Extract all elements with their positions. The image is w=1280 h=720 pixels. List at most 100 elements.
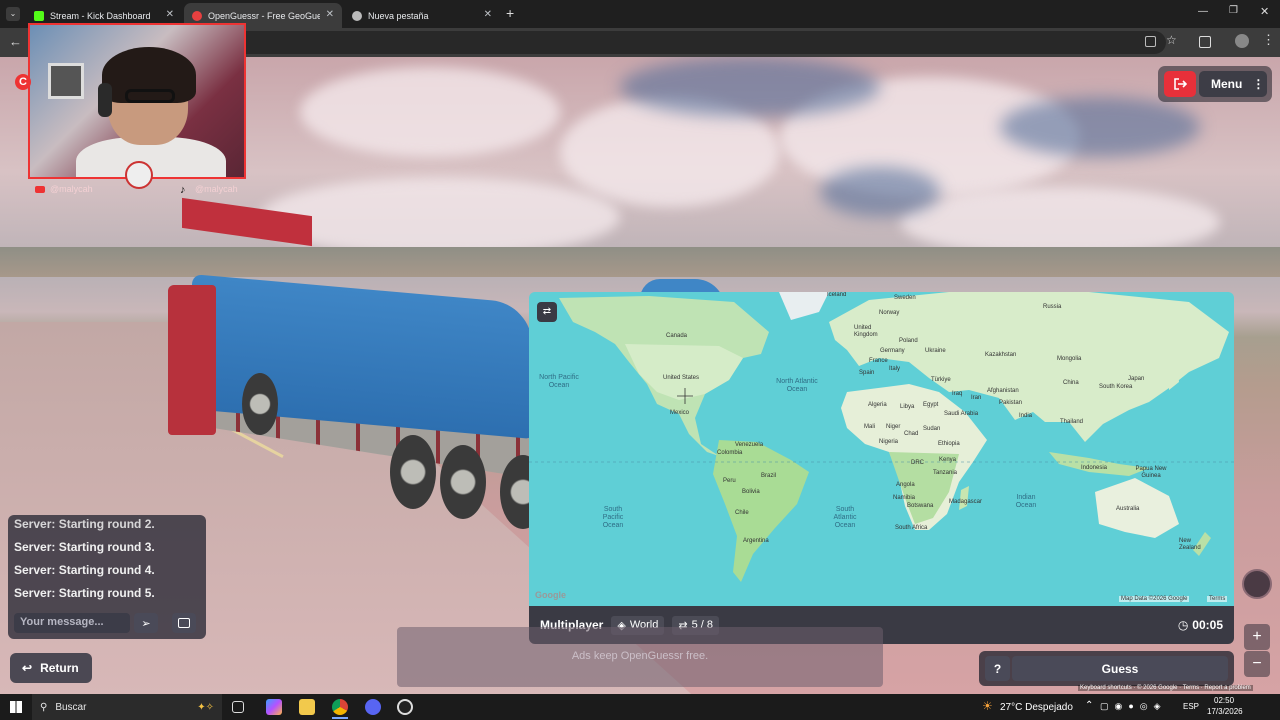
map-label: Egypt xyxy=(923,402,939,408)
clock-time[interactable]: 02:50 xyxy=(1214,696,1234,705)
map-label: Norway xyxy=(879,310,900,316)
translate-icon[interactable] xyxy=(1145,36,1156,47)
windows-taskbar: ⚲ Buscar ✦✧ ☀ 27°C Despejado ⌃ ▢◉●◎◈ ESP… xyxy=(0,694,1280,720)
chat-panel: Server: Starting round 2. Server: Starti… xyxy=(8,515,206,639)
openguessr-icon xyxy=(192,10,202,21)
extensions-icon[interactable] xyxy=(1199,36,1211,48)
ocean-label: Indian Ocean xyxy=(1015,494,1037,509)
tab-new-tab[interactable]: Nueva pestaña ✕ xyxy=(344,3,500,28)
close-icon[interactable]: ✕ xyxy=(1260,5,1269,18)
star-icon[interactable]: ☆ xyxy=(1166,33,1177,47)
map-label: Poland xyxy=(899,338,918,344)
map-attribution: Map Data ©2026 Google xyxy=(1119,596,1190,602)
task-view-icon[interactable] xyxy=(232,701,244,713)
copilot-icon[interactable] xyxy=(266,699,282,715)
more-vert-icon[interactable]: ⋮ xyxy=(1262,32,1275,48)
chat-message: Server: Starting round 4. xyxy=(14,563,155,577)
profile-avatar[interactable] xyxy=(1235,34,1249,48)
truck-wheel xyxy=(440,445,486,519)
truck-cab xyxy=(168,285,216,435)
compass-icon[interactable] xyxy=(1242,569,1272,599)
map-label: Argentina xyxy=(743,538,769,544)
return-button[interactable]: ↩ Return xyxy=(10,653,92,683)
map-label: Chad xyxy=(904,431,919,437)
zoom-in-button[interactable]: + xyxy=(1244,624,1270,650)
chrome-taskbar-icon[interactable] xyxy=(332,699,348,715)
tiktok-icon: ♪ xyxy=(180,184,186,196)
wall-picture xyxy=(48,63,84,99)
map-label: India xyxy=(1019,413,1033,419)
report-problem-link[interactable]: Report a problem xyxy=(1204,685,1250,691)
guess-button[interactable]: Guess xyxy=(1012,656,1228,681)
map-label: Namibia xyxy=(893,495,916,501)
map-label: United Kingdom xyxy=(854,325,878,338)
chat-message: Server: Starting round 5. xyxy=(14,586,155,600)
copyright: © 2026 Google xyxy=(1137,685,1178,691)
restore-icon[interactable]: ❐ xyxy=(1229,5,1238,16)
minimize-icon[interactable]: — xyxy=(1198,6,1208,17)
world-map[interactable]: Iceland Sweden Norway Russia United King… xyxy=(529,292,1234,606)
map-label: Pakistan xyxy=(999,400,1023,406)
stream-logo-badge xyxy=(125,161,153,189)
discord-icon[interactable] xyxy=(365,699,381,715)
tab-title: OpenGuessr - Free GeoGuessr xyxy=(208,10,320,21)
report-icon xyxy=(178,618,190,628)
zoom-out-button[interactable]: − xyxy=(1244,651,1270,677)
tab-search-chevron-icon[interactable]: ⌄ xyxy=(6,7,20,21)
tray-icons[interactable]: ▢◉●◎◈ xyxy=(1100,701,1167,712)
map-label: Australia xyxy=(1116,506,1140,512)
tiktok-handle: @malycah xyxy=(195,184,238,194)
report-button[interactable] xyxy=(172,613,196,633)
map-label: Indonesia xyxy=(1081,465,1108,471)
menu-button[interactable]: Menu ⋮ xyxy=(1199,71,1267,97)
windows-start-icon[interactable] xyxy=(10,701,22,713)
streamer-webcam xyxy=(28,23,246,179)
map-label: Mali xyxy=(864,424,876,430)
google-logo: Google xyxy=(535,590,566,600)
keyboard-shortcuts-link[interactable]: Keyboard shortcuts xyxy=(1080,685,1132,691)
help-button[interactable]: ? xyxy=(985,656,1010,681)
map-label: Türkiye xyxy=(931,377,951,383)
map-label: China xyxy=(1063,380,1079,386)
map-label: Peru xyxy=(723,478,736,484)
map-settings-button[interactable]: ⇄ xyxy=(537,302,557,322)
tray-chevron-icon[interactable]: ⌃ xyxy=(1085,700,1093,711)
weather-text[interactable]: 27°C Despejado xyxy=(1000,702,1073,713)
map-label: Botswana xyxy=(907,503,934,509)
chat-message-input[interactable]: Your message... xyxy=(14,613,130,633)
plus-icon[interactable]: + xyxy=(506,5,514,21)
exit-button[interactable] xyxy=(1164,71,1196,97)
weather-icon: ☀ xyxy=(982,699,993,713)
youtube-icon xyxy=(35,186,45,193)
tab-title: Stream - Kick Dashboard xyxy=(50,10,151,21)
map-label: Saudi Arabia xyxy=(944,411,979,417)
back-icon[interactable]: ← xyxy=(9,34,22,49)
close-tab-icon[interactable]: ✕ xyxy=(166,9,174,20)
map-label: Mexico xyxy=(670,410,690,416)
map-label: Colombia xyxy=(717,450,743,456)
footer-links: Keyboard shortcuts · © 2026 Google · Ter… xyxy=(1078,685,1253,691)
language-indicator[interactable]: ESP xyxy=(1183,702,1199,711)
file-explorer-icon[interactable] xyxy=(299,699,315,715)
map-label: Angola xyxy=(896,482,915,488)
clock-date[interactable]: 17/3/2026 xyxy=(1207,707,1243,716)
map-terms-link[interactable]: Terms xyxy=(1207,596,1228,602)
tab-title: Nueva pestaña xyxy=(368,10,429,21)
menu-label: Menu xyxy=(1211,77,1243,91)
map-label: Mongolia xyxy=(1057,356,1082,362)
taskbar-search[interactable]: ⚲ Buscar ✦✧ xyxy=(32,694,222,720)
terms-link[interactable]: Terms xyxy=(1183,685,1199,691)
map-label: Madagascar xyxy=(949,499,983,505)
close-tab-icon[interactable]: ✕ xyxy=(326,9,334,20)
map-label: Brazil xyxy=(761,473,777,479)
map-label: Kazakhstan xyxy=(985,352,1017,358)
send-button[interactable]: ➢ xyxy=(134,613,158,633)
ocean-label: South Atlantic Ocean xyxy=(833,506,857,529)
search-highlight-icon: ✦✧ xyxy=(197,701,214,713)
chrome-icon xyxy=(352,10,362,21)
map-label: Bolivia xyxy=(742,489,760,495)
map-label: Venezuela xyxy=(735,442,764,448)
timer: 00:05 xyxy=(1192,618,1223,632)
close-tab-icon[interactable]: ✕ xyxy=(484,9,492,20)
obs-icon[interactable] xyxy=(397,699,413,715)
